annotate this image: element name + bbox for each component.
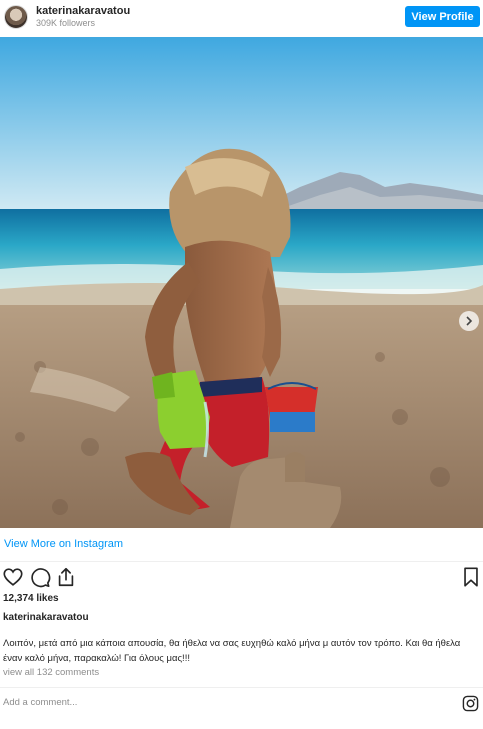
caption-text: Λοιπόν, μετά από μια κάποια απουσία, θα …: [3, 638, 461, 664]
divider: [0, 561, 483, 562]
bookmark-icon[interactable]: [460, 566, 482, 588]
caption-username[interactable]: katerinakaravatou: [3, 612, 89, 623]
share-icon[interactable]: [55, 566, 77, 588]
username[interactable]: katerinakaravatou: [36, 5, 130, 17]
divider: [0, 687, 483, 688]
add-comment-input[interactable]: Add a comment...: [3, 697, 77, 708]
avatar[interactable]: [4, 5, 28, 29]
beach-photo: [0, 37, 483, 528]
comment-icon[interactable]: [29, 566, 51, 588]
view-comments-link[interactable]: view all 132 comments: [3, 667, 99, 678]
next-photo-button[interactable]: [459, 311, 479, 331]
post-photo[interactable]: [0, 37, 483, 528]
view-more-link[interactable]: View More on Instagram: [4, 538, 123, 550]
view-profile-button[interactable]: View Profile: [405, 6, 480, 27]
heart-icon[interactable]: [2, 566, 24, 588]
action-bar: [0, 566, 483, 590]
follower-count: 309K followers: [36, 18, 96, 28]
instagram-icon[interactable]: [462, 695, 479, 712]
chevron-right-icon: [466, 316, 473, 326]
like-count[interactable]: 12,374 likes: [3, 593, 59, 604]
post-header: katerinakaravatou 309K followers View Pr…: [0, 0, 483, 37]
